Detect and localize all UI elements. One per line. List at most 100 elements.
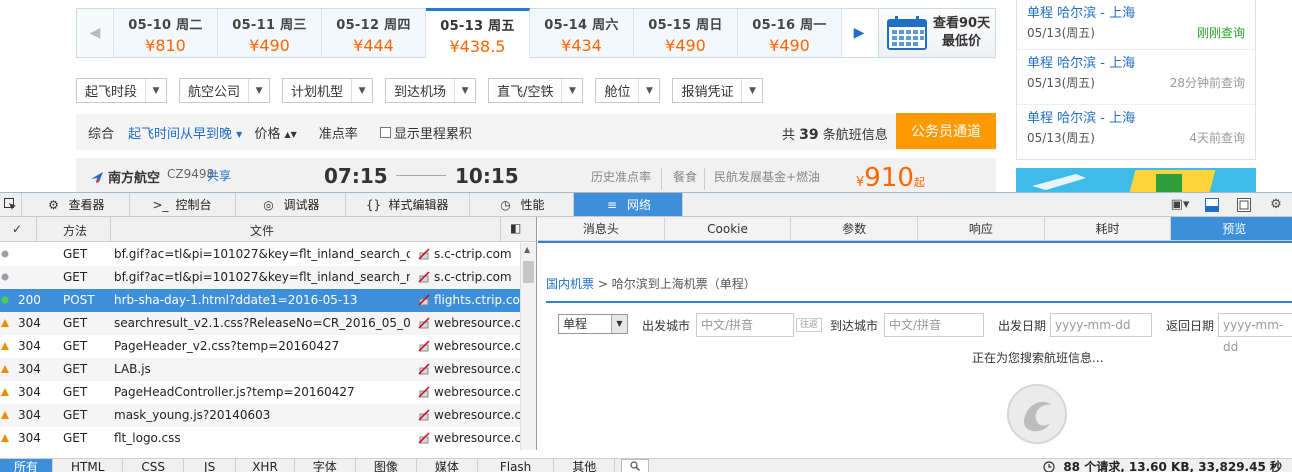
calendar-line1: 查看90天 bbox=[933, 16, 991, 31]
filter-depart-time[interactable]: 起飞时段 ▼ bbox=[76, 78, 168, 103]
dock-side-icon[interactable] bbox=[1228, 193, 1260, 216]
date-cell[interactable]: 05-14 周六 ¥434 bbox=[530, 9, 634, 57]
from-city-input[interactable]: 中文/拼音 bbox=[696, 313, 794, 337]
filter-images[interactable]: 图像 bbox=[356, 459, 417, 472]
airline-logo-icon bbox=[91, 171, 103, 183]
filter-arrival-airport[interactable]: 到达机场 ▼ bbox=[385, 78, 477, 103]
to-city-label: 到达城市 bbox=[830, 319, 879, 333]
tab-headers[interactable]: 消息头 bbox=[538, 217, 665, 240]
filter-media[interactable]: 媒体 bbox=[417, 459, 478, 472]
return-date-input[interactable]: yyyy-mm-dd bbox=[1218, 313, 1292, 354]
request-row-selected[interactable]: 200 POST hrb-sha-day-1.html?ddate1=2016-05… bbox=[0, 289, 520, 312]
filter-js[interactable]: JS bbox=[184, 459, 237, 472]
prev-date-arrow-icon[interactable]: ◀ bbox=[77, 9, 114, 57]
tab-preview[interactable]: 预览 bbox=[1171, 217, 1292, 240]
request-row[interactable]: 304 GET PageHeadController.js?temp=2016042… bbox=[0, 381, 520, 404]
date-cell[interactable]: 05-15 周日 ¥490 bbox=[634, 9, 738, 57]
scrollbar-thumb[interactable] bbox=[523, 261, 534, 283]
to-city-input[interactable]: 中文/拼音 bbox=[884, 313, 984, 337]
filter-fonts[interactable]: 字体 bbox=[295, 459, 356, 472]
date-cell-selected[interactable]: 05-13 周五 ¥438.5 bbox=[426, 8, 530, 58]
filter-direct[interactable]: 直飞/空铁 ▼ bbox=[488, 78, 584, 103]
chevron-down-icon: ▼ bbox=[255, 85, 263, 96]
tab-inspector[interactable]: ⚙ 查看器 bbox=[22, 193, 130, 216]
tab-cookie[interactable]: Cookie bbox=[665, 217, 792, 240]
request-row[interactable]: 304 GET PageHeader_v2.css?temp=20160427 web… bbox=[0, 335, 520, 358]
tab-timings[interactable]: 耗时 bbox=[1045, 217, 1172, 240]
history-item[interactable]: 单程 哈尔滨 - 上海 05/13(周五) 刚刚查询 bbox=[1017, 0, 1255, 50]
tab-console[interactable]: >_ 控制台 bbox=[130, 193, 236, 216]
column-picker-icon[interactable]: ◧ bbox=[510, 221, 521, 235]
request-row[interactable]: GET bf.gif?ac=tl&pi=101027&key=flt_inland… bbox=[0, 243, 520, 266]
request-row[interactable]: 304 GET searchresult_v2.1.css?ReleaseNo=CR… bbox=[0, 312, 520, 335]
request-row[interactable]: 304 GET flt_logo.css webresource.c- bbox=[0, 427, 520, 450]
history-item[interactable]: 单程 哈尔滨 - 上海 05/13(周五) 28分钟前查询 bbox=[1017, 50, 1255, 105]
tab-params[interactable]: 参数 bbox=[791, 217, 919, 240]
next-date-arrow-icon[interactable]: ▶ bbox=[842, 9, 876, 57]
history-time: 28分钟前查询 bbox=[1169, 76, 1245, 90]
history-route-link[interactable]: 单程 哈尔滨 - 上海 bbox=[1027, 107, 1135, 126]
filter-aircraft[interactable]: 计划机型 ▼ bbox=[282, 78, 374, 103]
column-status[interactable]: ✓ bbox=[12, 222, 22, 236]
filter-html[interactable]: HTML bbox=[53, 459, 124, 472]
filter-receipt[interactable]: 报销凭证 ▼ bbox=[672, 78, 764, 103]
history-route-link[interactable]: 单程 哈尔滨 - 上海 bbox=[1027, 2, 1135, 21]
status-triangle-icon bbox=[1, 319, 9, 327]
request-row[interactable]: GET bf.gif?ac=tl&pi=101027&key=flt_inland… bbox=[0, 266, 520, 289]
sort-punctuality[interactable]: 准点率 bbox=[319, 123, 358, 142]
scroll-up-icon[interactable]: ▲ bbox=[524, 245, 530, 254]
history-route-link[interactable]: 单程 哈尔滨 - 上海 bbox=[1027, 52, 1135, 71]
pick-element-icon[interactable] bbox=[0, 193, 22, 216]
punctuality-label: 历史准点率 bbox=[591, 170, 652, 184]
calendar-icon bbox=[887, 16, 927, 50]
request-row[interactable]: 304 GET mask_young.js?20140603 webresource.… bbox=[0, 404, 520, 427]
settings-gear-icon[interactable]: ⚙ bbox=[1260, 193, 1292, 216]
request-list-scrollbar[interactable]: ▲ bbox=[520, 243, 536, 450]
dock-bottom-icon[interactable] bbox=[1196, 193, 1228, 216]
codeshare-link[interactable]: 共享 bbox=[207, 167, 231, 184]
sort-default[interactable]: 综合 bbox=[88, 123, 114, 142]
filter-flash[interactable]: Flash bbox=[478, 459, 555, 472]
trip-type-select[interactable]: 单程 ▼ bbox=[558, 314, 628, 334]
filter-other[interactable]: 其他 bbox=[554, 459, 616, 472]
miles-checkbox[interactable]: 显示里程累积 bbox=[379, 123, 472, 142]
ad-banner[interactable] bbox=[1016, 168, 1256, 192]
tab-network[interactable]: ≡ 网络 bbox=[574, 193, 683, 216]
filter-airline[interactable]: 航空公司 ▼ bbox=[179, 78, 271, 103]
filter-row: 起飞时段 ▼ 航空公司 ▼ 计划机型 ▼ 到达机场 ▼ 直飞/空铁 ▼ 舱位 ▼ 报销凭证 ▼ bbox=[76, 78, 764, 104]
search-form: 单程 ▼ 出发城市 中文/拼音 往返 到达城市 中文/拼音 出发日期 yyyy-m… bbox=[546, 301, 1292, 354]
request-row[interactable]: 304 GET LAB.js webresource.c- bbox=[0, 358, 520, 381]
request-domain: s.c-ctrip.com bbox=[434, 247, 512, 261]
divider bbox=[36, 217, 37, 242]
date-cell[interactable]: 05-10 周二 ¥810 bbox=[114, 9, 218, 57]
search-history: 单程 哈尔滨 - 上海 05/13(周五) 刚刚查询 单程 哈尔滨 - 上海 0… bbox=[1016, 0, 1256, 160]
column-file[interactable]: 文件 bbox=[250, 222, 274, 239]
date-cell[interactable]: 05-11 周三 ¥490 bbox=[218, 9, 322, 57]
flight-row[interactable]: 南方航空 CZ9498 共享 07:15 10:15 历史准点率 餐食 民航发展… bbox=[76, 158, 996, 192]
swap-cities-button[interactable]: 往返 bbox=[796, 318, 822, 332]
search-icon[interactable] bbox=[621, 459, 650, 472]
filter-css[interactable]: CSS bbox=[123, 459, 185, 472]
date-cell[interactable]: 05-16 周一 ¥490 bbox=[738, 9, 842, 57]
depart-date-input[interactable]: yyyy-mm-dd bbox=[1050, 313, 1152, 337]
sort-depart-time[interactable]: 起飞时间从早到晚 ▼ bbox=[128, 123, 242, 142]
toolbox-options-icon[interactable]: ▣▾ bbox=[1164, 193, 1196, 216]
date-cell[interactable]: 05-12 周四 ¥444 bbox=[322, 9, 426, 57]
civil-servant-button[interactable]: 公务员通道 bbox=[896, 113, 996, 149]
history-item[interactable]: 单程 哈尔滨 - 上海 05/13(周五) 4天前查询 bbox=[1017, 105, 1255, 160]
filter-all[interactable]: 所有 bbox=[0, 459, 54, 472]
lowest-price-calendar-button[interactable]: 查看90天 最低价 bbox=[878, 8, 996, 58]
tab-style-editor[interactable]: {} 样式编辑器 bbox=[346, 193, 470, 216]
airline: 南方航空 bbox=[90, 167, 160, 186]
date-strip: ◀ 05-10 周二 ¥810 05-11 周三 ¥490 05-12 周四 ¥444… bbox=[76, 8, 996, 58]
breadcrumb-link[interactable]: 国内机票 bbox=[546, 277, 594, 291]
tab-debugger[interactable]: ◎ 调试器 bbox=[236, 193, 346, 216]
sort-price[interactable]: 价格 ▲▼ bbox=[254, 123, 296, 142]
tab-performance[interactable]: ◷ 性能 bbox=[470, 193, 574, 216]
filter-cabin[interactable]: 舱位 ▼ bbox=[595, 78, 661, 103]
request-file: searchresult_v2.1.css?ReleaseNo=CR_2016_… bbox=[114, 316, 410, 330]
tab-response[interactable]: 响应 bbox=[918, 217, 1045, 240]
from-city-label: 出发城市 bbox=[642, 319, 691, 333]
column-method[interactable]: 方法 bbox=[63, 222, 87, 239]
filter-xhr[interactable]: XHR bbox=[236, 459, 295, 472]
